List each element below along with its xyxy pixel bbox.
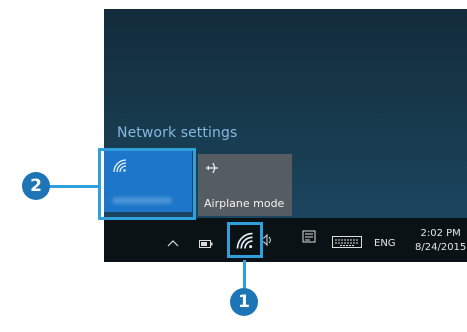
clock-time: 2:02 PM bbox=[420, 228, 461, 239]
callout-badge-1: 1 bbox=[230, 288, 258, 316]
taskbar: ENG 2:02 PM 8/24/2015 bbox=[104, 218, 467, 262]
clock[interactable]: 2:02 PM 8/24/2015 bbox=[415, 227, 466, 255]
action-center-icon[interactable] bbox=[302, 230, 316, 250]
airplane-mode-tile[interactable]: Airplane mode bbox=[198, 154, 292, 216]
keyboard-icon[interactable] bbox=[332, 233, 362, 252]
network-settings-link[interactable]: Network settings bbox=[117, 125, 237, 141]
battery-icon[interactable] bbox=[199, 234, 213, 253]
network-tray-highlight bbox=[227, 222, 263, 258]
language-indicator[interactable]: ENG bbox=[374, 238, 396, 249]
wifi-tile-highlight bbox=[98, 148, 196, 220]
chevron-up-icon[interactable] bbox=[167, 233, 179, 252]
callout-badge-2: 2 bbox=[22, 172, 50, 200]
airplane-mode-label: Airplane mode bbox=[204, 197, 285, 210]
callout-line-1 bbox=[243, 260, 246, 288]
airplane-icon bbox=[204, 160, 220, 180]
callout-line-2 bbox=[48, 185, 98, 188]
wifi-icon[interactable] bbox=[235, 232, 255, 254]
clock-date: 8/24/2015 bbox=[415, 242, 467, 253]
